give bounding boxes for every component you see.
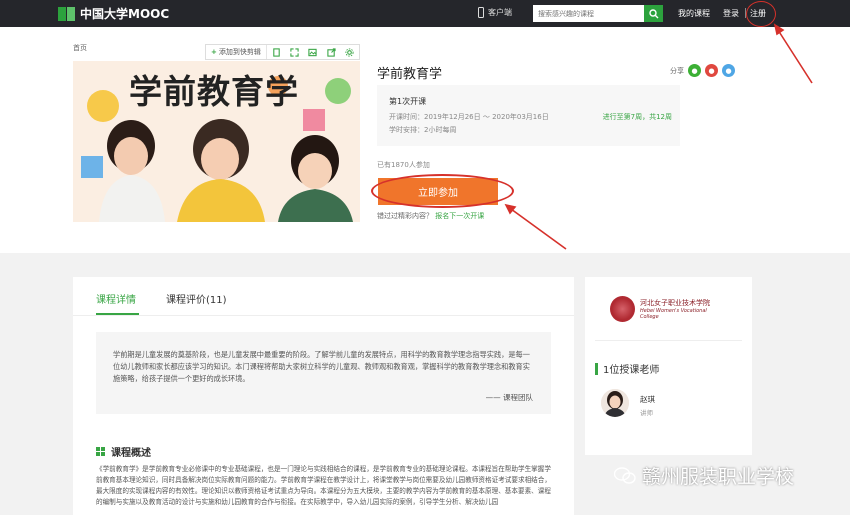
teacher-sidebar: 河北女子职业技术学院 Hebei Women's Vocational Coll… [585, 277, 752, 455]
course-title: 学前教育学 [377, 67, 443, 82]
site-logo-text: 中国大学MOOC [80, 7, 170, 21]
expand-icon [290, 47, 299, 57]
add-to-clip-button[interactable]: + 添加到快剪辑 [206, 45, 267, 59]
teacher-name[interactable]: 赵琪 [640, 394, 655, 405]
image-tool-button[interactable] [304, 45, 322, 59]
login-link[interactable]: 登录 [723, 8, 739, 19]
course-detail-card: 课程详情 课程评价(11) 学前期是儿童发展的奠基阶段，也是儿童发展中最重要的阶… [73, 277, 574, 515]
missed-content-line: 错过过精彩内容？ 报名下一次开课 [377, 211, 484, 221]
overview-heading: 课程概述 [96, 444, 151, 459]
heading-accent-bar [595, 362, 598, 375]
book-logo-icon [58, 6, 76, 21]
settings-tool-button[interactable] [341, 45, 359, 59]
search-input[interactable] [533, 5, 644, 22]
tab-course-details[interactable]: 课程详情 [96, 291, 136, 306]
college-name: 河北女子职业技术学院 [639, 298, 710, 307]
site-logo[interactable]: 中国大学MOOC [58, 5, 169, 22]
fullscreen-tool-button[interactable] [285, 45, 303, 59]
breadcrumb-home[interactable]: 首页 [73, 43, 87, 53]
teacher-avatar[interactable] [601, 389, 629, 417]
bookmark-icon [272, 47, 280, 57]
cover-title-text: 学前教育学 [129, 72, 299, 111]
share-bar: 分享 ● ● ● [670, 64, 735, 77]
term-hours: 学时安排：2小时每周 [389, 126, 457, 134]
clip-toolbar: + 添加到快剪辑 [205, 44, 360, 60]
overview-title: 课程概述 [111, 448, 151, 459]
wechat-share-icon[interactable]: ● [688, 64, 701, 77]
term-name: 第1次开课 [389, 97, 427, 106]
bookmark-tool-button[interactable] [267, 45, 285, 59]
top-navbar: 中国大学MOOC 客户端 我的课程 登录 注册 [0, 0, 850, 27]
wechat-logo-icon [614, 466, 636, 484]
college-name-block: 河北女子职业技术学院 Hebei Women's Vocational Coll… [640, 299, 723, 320]
weibo-share-icon[interactable]: ● [705, 64, 718, 77]
my-courses-link[interactable]: 我的课程 [678, 8, 710, 19]
term-dates: 开课时间：2019年12月26日 ～ 2020年03月16日 [389, 113, 549, 121]
grid-icon [96, 447, 105, 456]
search-button[interactable] [644, 5, 663, 22]
annotation-circle-join [371, 174, 514, 208]
avatar-photo [601, 389, 629, 417]
plus-icon: + [211, 48, 217, 56]
college-english-name: Hebei Women's Vocational College [639, 307, 707, 320]
account-watermark: 赣州服装职业学校 [614, 462, 794, 489]
missed-prefix: 错过过精彩内容？ [377, 212, 433, 220]
export-tool-button[interactable] [322, 45, 340, 59]
mobile-client-link[interactable]: 客户端 [478, 7, 512, 18]
college-seal-icon [610, 296, 635, 322]
gear-icon [345, 47, 354, 57]
annotation-circle-register [746, 1, 776, 27]
add-to-clip-label: 添加到快剪辑 [218, 48, 261, 56]
term-progress: 进行至第7周，共12周 [602, 113, 672, 121]
client-label: 客户端 [488, 8, 512, 17]
watermark-text: 赣州服装职业学校 [642, 466, 795, 488]
term-info-box: 第1次开课 开课时间：2019年12月26日 ～ 2020年03月16日 进行至… [377, 85, 680, 146]
intro-quote-box: 学前期是儿童发展的奠基阶段，也是儿童发展中最重要的阶段。了解学前儿童的发展特点，… [96, 332, 551, 414]
image-icon [308, 48, 318, 56]
detail-tabs: 课程详情 课程评价(11) [96, 291, 227, 306]
intro-quote-text: 学前期是儿童发展的奠基阶段，也是儿童发展中最重要的阶段。了解学前儿童的发展特点，… [113, 350, 530, 383]
share-label: 分享 [670, 66, 684, 75]
export-icon [327, 47, 336, 57]
search-icon [648, 8, 658, 18]
intro-signature: —— 课程团队 [485, 393, 533, 402]
tab-course-reviews[interactable]: 课程评价(11) [166, 291, 227, 306]
tab-divider [73, 315, 574, 316]
phone-icon [478, 7, 484, 18]
qq-share-icon[interactable]: ● [722, 64, 735, 77]
teacher-count-heading: 1位授课老师 [595, 361, 659, 376]
course-cover-image: 学前教育学 [73, 61, 360, 222]
sidebar-divider [595, 340, 742, 341]
next-term-signup-link[interactable]: 报名下一次开课 [435, 212, 484, 220]
enrolled-count: 已有1870人参加 [377, 161, 430, 169]
college-logo[interactable]: 河北女子职业技术学院 Hebei Women's Vocational Coll… [610, 294, 723, 324]
overview-text: 《学前教育学》是学前教育专业必修课中的专业基础课程，也是一门理论与实践相结合的课… [96, 465, 551, 506]
teacher-count: 1位授课老师 [603, 365, 660, 376]
teacher-role: 讲师 [640, 409, 653, 417]
